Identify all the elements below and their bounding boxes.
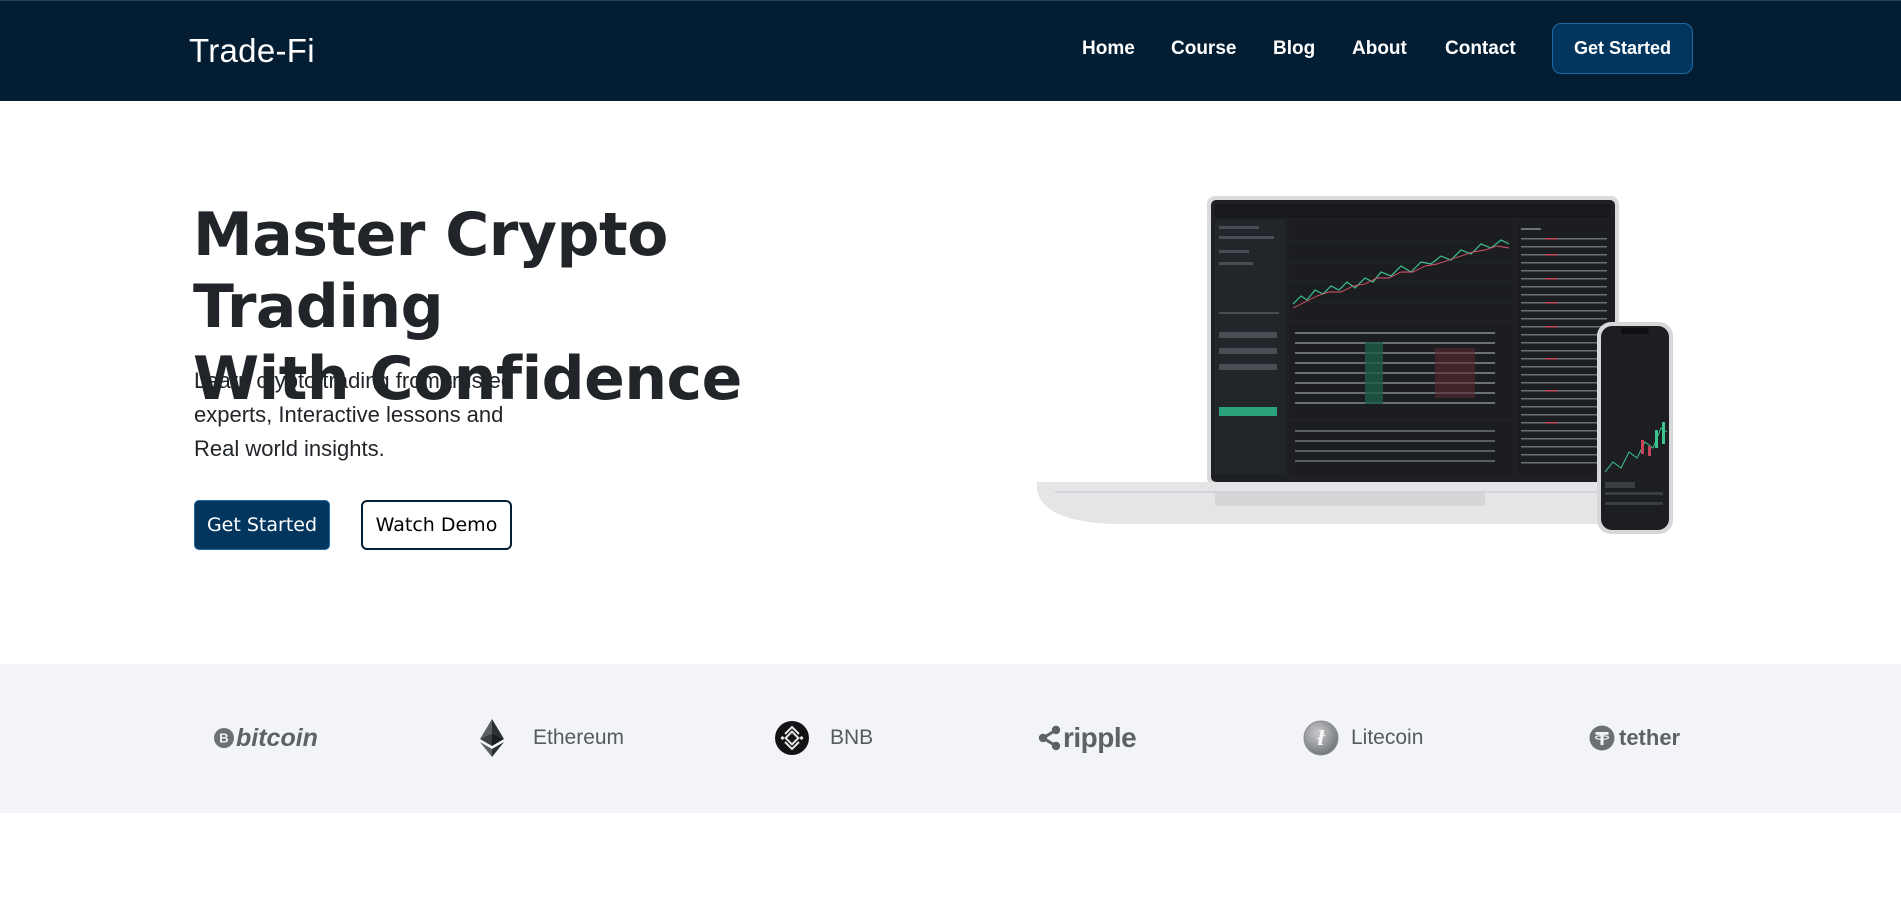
bitcoin-icon: B bbox=[214, 728, 234, 748]
watch-demo-button[interactable]: Watch Demo bbox=[361, 500, 512, 550]
partner-label: BNB bbox=[830, 726, 874, 749]
litecoin-icon: ł bbox=[1303, 720, 1339, 756]
nav-link-course[interactable]: Course bbox=[1171, 38, 1236, 60]
partner-ripple: ripple bbox=[1038, 718, 1137, 758]
nav-link-blog[interactable]: Blog bbox=[1273, 38, 1315, 60]
nav-link-home[interactable]: Home bbox=[1082, 38, 1135, 60]
hero-subtitle-line-2: experts, Interactive lessons and bbox=[194, 402, 504, 427]
partner-label: ripple bbox=[1063, 722, 1137, 753]
top-navbar: Trade-Fi Home Course Blog About Contact … bbox=[0, 0, 1901, 101]
svg-text:B: B bbox=[219, 731, 228, 746]
partner-bnb: BNB bbox=[774, 718, 873, 758]
hero-subtitle: Learn crypto trading from trusted expert… bbox=[194, 364, 554, 466]
partner-label: bitcoin bbox=[236, 723, 318, 752]
ripple-icon bbox=[1038, 725, 1061, 751]
partner-litecoin: ł Litecoin bbox=[1303, 718, 1423, 758]
partner-ethereum: Ethereum bbox=[476, 718, 624, 758]
hero-title-line-1: Master Crypto Trading bbox=[193, 200, 668, 342]
phone-screen bbox=[1601, 326, 1669, 530]
nav-link-about[interactable]: About bbox=[1352, 38, 1407, 60]
hero-subtitle-line-1: Learn crypto trading from trusted bbox=[194, 368, 514, 393]
partner-label: Litecoin bbox=[1351, 726, 1424, 749]
partner-label: Ethereum bbox=[533, 726, 625, 749]
hero-subtitle-line-3: Real world insights. bbox=[194, 436, 385, 461]
svg-text:ł: ł bbox=[1316, 726, 1326, 750]
partner-label: tether bbox=[1619, 725, 1681, 750]
brand-logo[interactable]: Trade-Fi bbox=[189, 32, 315, 70]
ethereum-icon bbox=[480, 719, 504, 757]
nav-link-contact[interactable]: Contact bbox=[1445, 38, 1516, 60]
partner-bitcoin: B bitcoin bbox=[213, 718, 318, 758]
nav-get-started-button[interactable]: Get Started bbox=[1552, 23, 1693, 74]
trading-platform-device-mockup bbox=[1037, 196, 1673, 534]
partner-tether: tether bbox=[1589, 718, 1680, 758]
tether-icon bbox=[1589, 725, 1615, 751]
bnb-icon bbox=[775, 721, 809, 755]
hero-get-started-button[interactable]: Get Started bbox=[194, 500, 330, 550]
